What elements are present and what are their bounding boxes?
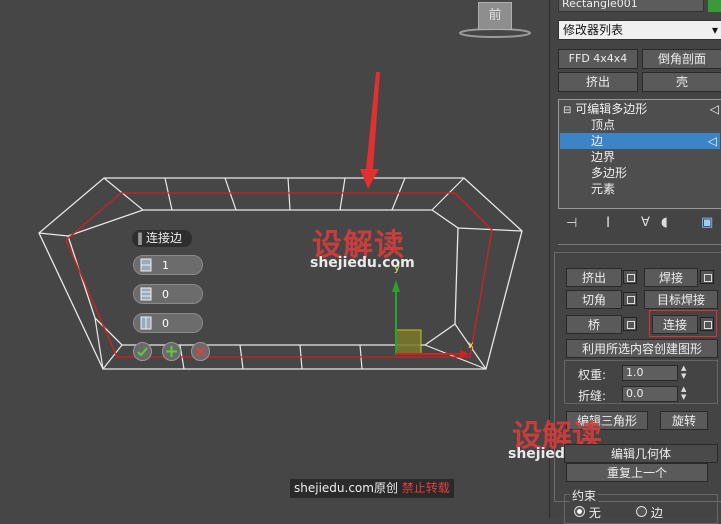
modifier-list-dropdown[interactable]: 修改器列表 ▾	[558, 20, 721, 40]
caddy-title-label: 连接边	[146, 231, 183, 245]
radio-icon	[636, 506, 647, 517]
mod-bevel-profile-button[interactable]: 倒角剖面	[642, 49, 721, 69]
turn-button[interactable]: 旋转	[660, 411, 708, 430]
configure-sets-icon[interactable]: ▣	[701, 215, 713, 230]
check-icon	[137, 347, 148, 357]
stack-root-label: 可编辑多边形	[575, 102, 648, 116]
object-color-swatch[interactable]	[708, 0, 721, 12]
chevron-down-icon: ▾	[711, 23, 718, 37]
collapse-icon: ⊟	[563, 105, 572, 116]
modifier-stack[interactable]: ⊟ 可编辑多边形 ◁ 顶点 边 ◁ 边界 多边形 元素	[558, 99, 721, 209]
target-weld-button[interactable]: 目标焊接	[644, 290, 718, 309]
slide-icon	[140, 316, 152, 330]
stack-item-polygon[interactable]: 多边形	[591, 165, 627, 181]
mod-ffd-button[interactable]: FFD 4x4x4	[558, 49, 638, 69]
connect-highlight	[649, 310, 717, 337]
stack-item-border[interactable]: 边界	[591, 149, 615, 165]
make-unique-icon[interactable]: ∀	[641, 215, 650, 230]
constraints-label: 约束	[570, 487, 599, 504]
caddy-pinch-field[interactable]: 0	[133, 284, 203, 304]
stack-item-vertex[interactable]: 顶点	[591, 117, 615, 133]
mod-shell-button[interactable]: 壳	[642, 72, 721, 92]
stack-root[interactable]: ⊟ 可编辑多边形 ◁	[563, 101, 719, 117]
constraint-none-radio[interactable]: 无	[574, 504, 601, 521]
axis-x-label: x	[468, 340, 474, 351]
repeat-last-button[interactable]: 重复上一个	[566, 463, 708, 482]
weight-value: 1.0	[626, 366, 644, 379]
modifier-list-label: 修改器列表	[563, 23, 624, 37]
chamfer-settings-button[interactable]	[623, 292, 637, 306]
caddy-cancel-button[interactable]	[191, 342, 210, 361]
weld-settings-button[interactable]	[700, 270, 714, 284]
segments-icon	[140, 258, 152, 272]
footer-credit: shejiedu.com原创 禁止转载	[290, 479, 454, 498]
stack-toolbar: ⊣ Ⅰ ∀ ◖ ▣	[558, 214, 721, 236]
crease-spinner-arrows-icon[interactable]: ▲ ▼	[681, 385, 686, 401]
caddy-grip-icon: ‖	[137, 231, 143, 245]
command-panel: Rectangle001 修改器列表 ▾ FFD 4x4x4 倒角剖面 挤出 壳…	[508, 0, 721, 524]
pinch-value: 0	[162, 288, 169, 301]
caddy-ok-button[interactable]	[133, 342, 152, 361]
object-name-field[interactable]: Rectangle001	[558, 0, 704, 12]
crease-value: 0.0	[626, 387, 644, 400]
weight-label: 权重:	[578, 368, 607, 382]
pinch-icon	[140, 287, 152, 301]
crease-label: 折缝:	[578, 389, 607, 403]
caddy-segments-field[interactable]: 1	[133, 255, 203, 275]
weld-button[interactable]: 焊接	[644, 268, 698, 287]
weight-spinner[interactable]: 1.0	[622, 365, 678, 381]
create-shape-button[interactable]: 利用所选内容创建图形	[566, 339, 718, 358]
mod-extrude-button[interactable]: 挤出	[558, 72, 638, 92]
polygon-mesh[interactable]	[0, 0, 549, 518]
triangle-icon: ◁	[707, 134, 717, 148]
extrude-button[interactable]: 挤出	[566, 268, 622, 287]
caddy-slide-field[interactable]: 0	[133, 313, 203, 333]
constraint-edge-radio[interactable]: 边	[636, 504, 663, 521]
footer-site: shejiedu.com原创	[294, 481, 398, 495]
close-icon	[195, 346, 206, 357]
footer-warning: 禁止转载	[401, 481, 450, 495]
viewport[interactable]: 前 y x ‖ 连接边 1 0 0 设解读 shejiedu.com sheji…	[0, 0, 549, 518]
watermark-url: shejiedu.com	[310, 255, 415, 271]
extrude-settings-button[interactable]	[623, 270, 637, 284]
panel-divider	[558, 244, 721, 245]
weight-spinner-arrows-icon[interactable]: ▲ ▼	[681, 364, 686, 380]
segments-value: 1	[162, 259, 169, 272]
plus-icon	[166, 346, 177, 357]
pin-stack-icon[interactable]: ⊣	[566, 216, 577, 231]
stack-item-element[interactable]: 元素	[591, 181, 615, 197]
chamfer-button[interactable]: 切角	[566, 290, 622, 309]
crease-spinner[interactable]: 0.0	[622, 386, 678, 402]
remove-modifier-icon[interactable]: ◖	[661, 215, 668, 230]
stack-item-edge[interactable]: 边 ◁	[560, 133, 720, 149]
radio-checked-icon	[574, 506, 585, 517]
stack-item-edge-label: 边	[591, 134, 604, 148]
bridge-button[interactable]: 桥	[566, 315, 622, 334]
caddy-title[interactable]: ‖ 连接边	[132, 230, 192, 247]
show-end-result-icon[interactable]: Ⅰ	[606, 215, 610, 231]
caddy-apply-button[interactable]	[162, 342, 181, 361]
bridge-settings-button[interactable]	[623, 317, 637, 331]
edit-geometry-rollout[interactable]: 编辑几何体	[564, 444, 718, 463]
triangle-icon: ◁	[709, 102, 719, 116]
slide-value: 0	[162, 317, 169, 330]
